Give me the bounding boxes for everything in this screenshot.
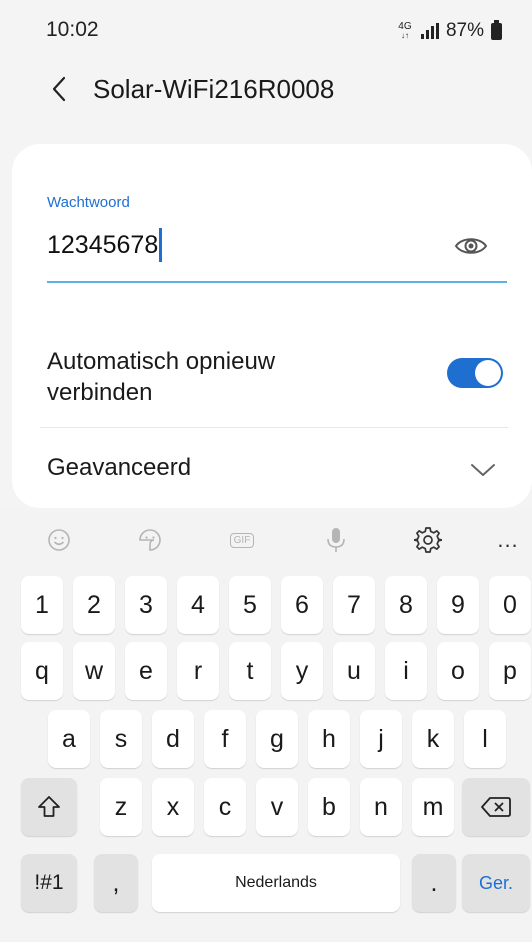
- status-time: 10:02: [46, 18, 99, 41]
- mic-icon[interactable]: [320, 524, 352, 556]
- key-c[interactable]: c: [204, 778, 246, 836]
- password-field[interactable]: 12345678: [47, 228, 163, 262]
- key-5[interactable]: 5: [229, 576, 271, 634]
- key-4[interactable]: 4: [177, 576, 219, 634]
- backspace-key[interactable]: [462, 778, 530, 836]
- gif-icon[interactable]: GIF: [226, 524, 258, 556]
- key-h[interactable]: h: [308, 710, 350, 768]
- key-j[interactable]: j: [360, 710, 402, 768]
- status-indicators: 4G ↓↑ 87%: [396, 19, 502, 42]
- auto-reconnect-toggle[interactable]: [447, 358, 503, 388]
- status-bar: 10:02 4G ↓↑ 87%: [0, 0, 532, 62]
- back-icon[interactable]: [44, 72, 78, 106]
- key-2[interactable]: 2: [73, 576, 115, 634]
- auto-reconnect-label: Automatisch opnieuw verbinden: [47, 346, 275, 408]
- key-y[interactable]: y: [281, 642, 323, 700]
- auto-reconnect-label-line1: Automatisch opnieuw: [47, 348, 276, 375]
- show-password-icon[interactable]: [454, 234, 488, 258]
- key-t[interactable]: t: [229, 642, 271, 700]
- wifi-settings-card: Wachtwoord 12345678 Automatisch opnieuw …: [12, 144, 532, 508]
- network-name-title: Solar-WiFi216R0008: [93, 74, 335, 104]
- signal-icon: [420, 23, 439, 39]
- key-g[interactable]: g: [256, 710, 298, 768]
- password-underline: [47, 281, 507, 283]
- key-k[interactable]: k: [412, 710, 454, 768]
- key-p[interactable]: p: [489, 642, 531, 700]
- symbols-key[interactable]: !#1: [21, 854, 77, 912]
- auto-reconnect-label-line2: verbinden: [47, 379, 153, 406]
- key-z[interactable]: z: [100, 778, 142, 836]
- key-6[interactable]: 6: [281, 576, 323, 634]
- battery-percent: 87%: [445, 20, 484, 41]
- key-f[interactable]: f: [204, 710, 246, 768]
- backspace-icon: [481, 797, 511, 817]
- key-l[interactable]: l: [464, 710, 506, 768]
- key-a[interactable]: a: [48, 710, 90, 768]
- key-w[interactable]: w: [73, 642, 115, 700]
- password-label: Wachtwoord: [47, 194, 130, 211]
- shift-icon: [38, 796, 60, 817]
- key-x[interactable]: x: [152, 778, 194, 836]
- key-1[interactable]: 1: [21, 576, 63, 634]
- app-bar: Solar-WiFi216R0008: [0, 62, 532, 122]
- key-0[interactable]: 0: [489, 576, 531, 634]
- key-b[interactable]: b: [308, 778, 350, 836]
- key-q[interactable]: q: [21, 642, 63, 700]
- settings-icon[interactable]: [412, 524, 444, 556]
- more-icon[interactable]: ...: [492, 524, 524, 556]
- go-key[interactable]: Ger.: [462, 854, 530, 912]
- space-bar[interactable]: Nederlands: [152, 854, 400, 912]
- key-3[interactable]: 3: [125, 576, 167, 634]
- keyboard: GIF ... 1 2 3 4 5 6 7 8 9 0 q w e r t y …: [0, 510, 532, 942]
- key-d[interactable]: d: [152, 710, 194, 768]
- chevron-down-icon[interactable]: [469, 461, 497, 479]
- key-o[interactable]: o: [437, 642, 479, 700]
- divider: [40, 427, 508, 428]
- comma-key[interactable]: ,: [94, 854, 138, 912]
- key-7[interactable]: 7: [333, 576, 375, 634]
- sticker-icon[interactable]: [134, 524, 166, 556]
- gif-label: GIF: [229, 532, 255, 548]
- shift-key[interactable]: [21, 778, 77, 836]
- key-r[interactable]: r: [177, 642, 219, 700]
- key-e[interactable]: e: [125, 642, 167, 700]
- network-type-icon: 4G ↓↑: [398, 21, 412, 40]
- emoji-icon[interactable]: [43, 524, 75, 556]
- key-8[interactable]: 8: [385, 576, 427, 634]
- text-cursor: [159, 228, 163, 262]
- key-v[interactable]: v: [256, 778, 298, 836]
- key-9[interactable]: 9: [437, 576, 479, 634]
- battery-icon: [491, 19, 502, 40]
- advanced-label[interactable]: Geavanceerd: [47, 454, 191, 482]
- period-key[interactable]: .: [412, 854, 456, 912]
- key-u[interactable]: u: [333, 642, 375, 700]
- key-i[interactable]: i: [385, 642, 427, 700]
- key-n[interactable]: n: [360, 778, 402, 836]
- key-m[interactable]: m: [412, 778, 454, 836]
- toggle-knob: [475, 360, 501, 386]
- keyboard-toolbar: GIF ...: [0, 510, 532, 568]
- password-value: 12345678: [47, 230, 159, 259]
- key-s[interactable]: s: [100, 710, 142, 768]
